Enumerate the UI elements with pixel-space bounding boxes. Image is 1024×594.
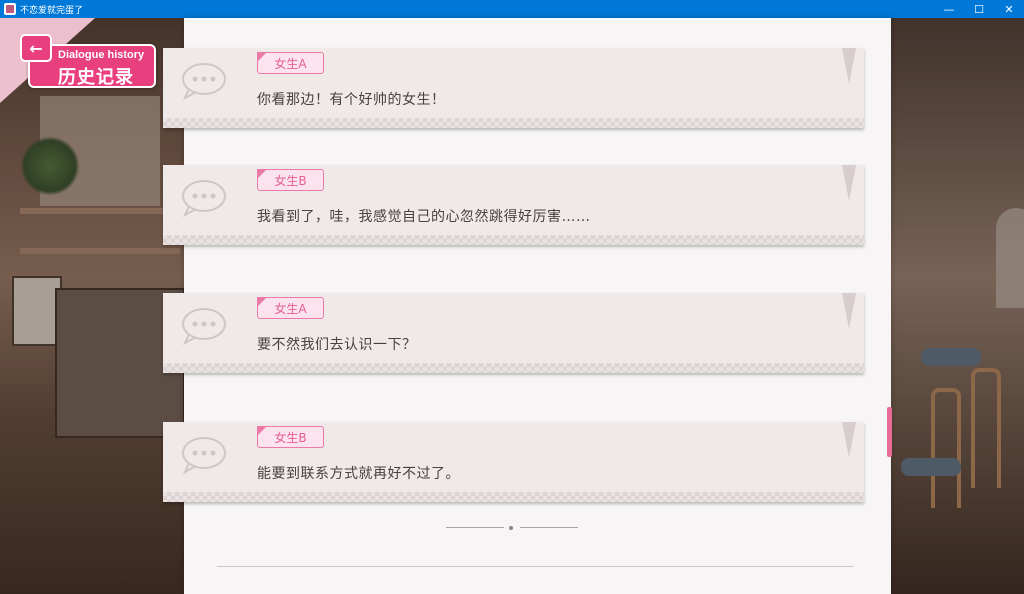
dialogue-text: 你看那边！有个好帅的女生！ [257,92,446,108]
speech-bubble-icon [182,180,226,217]
speech-bubble-icon [182,437,226,474]
title-chinese: 历史记录 [58,67,134,88]
dialogue-entry[interactable]: 女生B 我看到了，哇，我感觉自己的心忽然跳得好厉害…… [163,165,864,245]
back-arrow-icon: ← [29,38,43,58]
card-corner-decoration [842,293,856,329]
dialogue-entry[interactable]: 女生A 你看那边！有个好帅的女生！ [163,48,864,128]
back-button[interactable]: ← [20,34,52,62]
title-english: Dialogue history [58,49,145,61]
close-button[interactable]: ✕ [994,0,1024,18]
pager-dot [509,526,513,530]
speech-bubble-icon [182,63,226,100]
speaker-tag: 女生A [257,52,324,74]
pager-line-left [446,527,504,528]
minimize-button[interactable]: — [934,0,964,18]
app-icon [4,3,16,15]
window-title: 不恋爱就完蛋了 [20,5,84,16]
window-titlebar: 不恋爱就完蛋了 — ☐ ✕ [0,0,1024,18]
card-corner-decoration [842,422,856,458]
window-controls: — ☐ ✕ [934,0,1024,18]
scroll-thumb[interactable] [887,407,892,457]
pager-line-right [520,527,578,528]
speaker-tag: 女生A [257,297,324,319]
card-corner-decoration [842,165,856,201]
speech-bubble-icon [182,308,226,345]
page-indicator [446,526,578,530]
speaker-tag: 女生B [257,426,324,448]
history-header: Dialogue history 历史记录 ← [0,18,160,103]
dialogue-text: 要不然我们去认识一下？ [257,337,417,353]
maximize-button[interactable]: ☐ [964,0,994,18]
panel-divider [217,566,854,567]
dialogue-text: 能要到联系方式就再好不过了。 [257,466,460,482]
card-corner-decoration [842,48,856,84]
speaker-tag: 女生B [257,169,324,191]
dialogue-text: 我看到了，哇，我感觉自己的心忽然跳得好厉害…… [257,209,591,225]
dialogue-entry[interactable]: 女生B 能要到联系方式就再好不过了。 [163,422,864,502]
dialogue-entry[interactable]: 女生A 要不然我们去认识一下？ [163,293,864,373]
